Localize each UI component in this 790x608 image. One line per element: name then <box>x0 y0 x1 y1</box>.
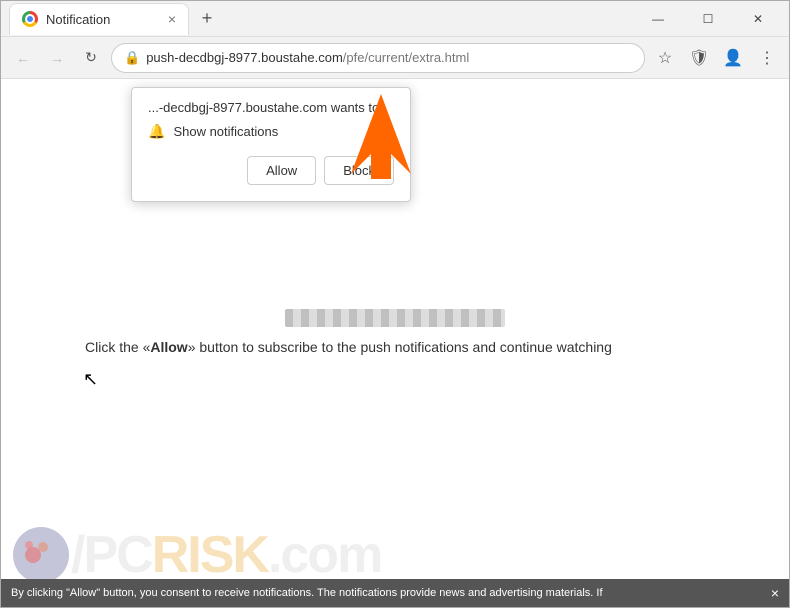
bell-icon: 🔔 <box>148 123 165 140</box>
window-controls: — ☐ ✕ <box>635 4 781 34</box>
logo-pc-text: /PC <box>71 525 152 585</box>
logo-com-text: .com <box>268 525 381 585</box>
logo-risk-text: RISK <box>152 525 268 585</box>
url-domain: push-decdbgj-8977.boustahe.com <box>146 50 343 65</box>
url-bar[interactable]: 🔒 push-decdbgj-8977.boustahe.com /pfe/cu… <box>111 43 645 73</box>
page-content: ...-decdbgj-8977.boustahe.com wants to 🔔… <box>1 79 789 607</box>
tab-title: Notification <box>46 12 110 27</box>
pc-risk-logo: /PC RISK .com <box>11 525 381 585</box>
main-text: Click the «Allow» button to subscribe to… <box>85 337 729 358</box>
bottom-notification-bar: By clicking "Allow" button, you consent … <box>1 579 789 607</box>
new-tab-button[interactable]: + <box>193 5 221 33</box>
notification-label: Show notifications <box>173 124 278 139</box>
tab-favicon <box>22 11 38 27</box>
bookmark-icon[interactable]: ☆ <box>651 44 679 72</box>
menu-icon[interactable]: ⋮ <box>753 44 781 72</box>
main-text-content: Click the «Allow» button to subscribe to… <box>85 339 612 355</box>
bottom-bar-text: By clicking "Allow" button, you consent … <box>11 587 603 599</box>
address-bar: ← → ↻ 🔒 push-decdbgj-8977.boustahe.com /… <box>1 37 789 79</box>
profile-icon[interactable]: 👤 <box>719 44 747 72</box>
title-bar: Notification × + — ☐ ✕ <box>1 1 789 37</box>
logo-circle-icon <box>11 525 71 585</box>
url-path: /pfe/current/extra.html <box>343 50 469 65</box>
lock-icon: 🔒 <box>124 50 140 66</box>
loading-bar <box>285 309 505 327</box>
shield-icon[interactable]: 🛡 <box>685 44 713 72</box>
close-button[interactable]: ✕ <box>735 4 781 34</box>
maximize-button[interactable]: ☐ <box>685 4 731 34</box>
active-tab[interactable]: Notification × <box>9 3 189 35</box>
bottom-close-btn[interactable]: × <box>771 585 779 601</box>
mouse-cursor: ↖ <box>83 369 98 390</box>
arrow-indicator <box>331 84 431 189</box>
browser-window: Notification × + — ☐ ✕ ← → ↻ 🔒 push-decd… <box>0 0 790 608</box>
tab-strip: Notification × + <box>9 3 635 35</box>
reload-button[interactable]: ↻ <box>77 44 105 72</box>
tab-close-btn[interactable]: × <box>168 11 176 27</box>
allow-button[interactable]: Allow <box>247 156 316 185</box>
forward-button[interactable]: → <box>43 44 71 72</box>
minimize-button[interactable]: — <box>635 4 681 34</box>
back-button[interactable]: ← <box>9 44 37 72</box>
